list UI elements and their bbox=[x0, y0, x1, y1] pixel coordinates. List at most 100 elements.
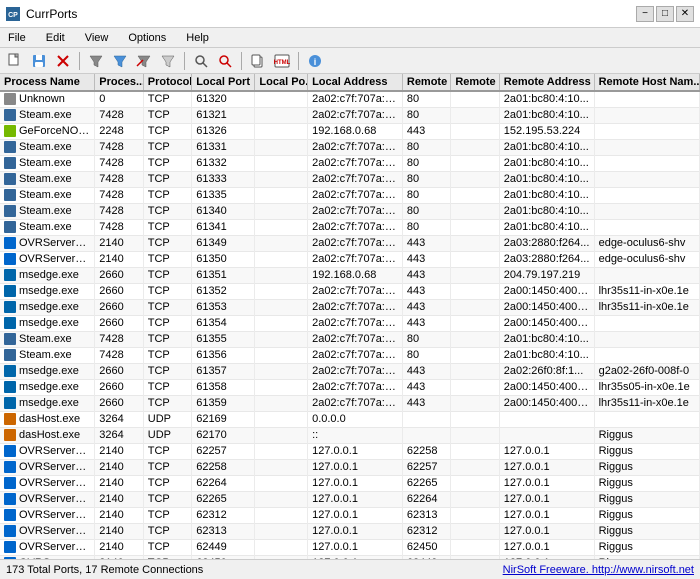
cell-laddr: 127.0.0.1 bbox=[308, 459, 403, 475]
menu-edit[interactable]: Edit bbox=[42, 31, 69, 45]
cell-lport: 61350 bbox=[192, 251, 255, 267]
menu-help[interactable]: Help bbox=[182, 31, 213, 45]
table-row[interactable]: Steam.exe7428TCP613562a02:c7f:707a:7...8… bbox=[0, 347, 700, 363]
toolbar-sep2 bbox=[184, 52, 185, 70]
menu-options[interactable]: Options bbox=[124, 31, 170, 45]
process-icon bbox=[4, 493, 16, 505]
table-row[interactable]: Steam.exe7428TCP613412a02:c7f:707a:7...8… bbox=[0, 219, 700, 235]
table-row[interactable]: msedge.exe2660TCP613582a02:c7f:707a:7...… bbox=[0, 379, 700, 395]
col-header-lpo[interactable]: Local Po... bbox=[255, 74, 308, 91]
toolbar-filter2-button[interactable] bbox=[109, 51, 131, 71]
table-row[interactable]: msedge.exe2660TCP613522a02:c7f:707a:7...… bbox=[0, 283, 700, 299]
toolbar-search2-button[interactable] bbox=[214, 51, 236, 71]
table-row[interactable]: Steam.exe7428TCP613312a02:c7f:707a:7...8… bbox=[0, 139, 700, 155]
cell-rport: 443 bbox=[402, 315, 450, 331]
toolbar-copy-button[interactable] bbox=[247, 51, 269, 71]
table-row[interactable]: Steam.exe7428TCP613352a02:c7f:707a:7...8… bbox=[0, 187, 700, 203]
maximize-button[interactable]: □ bbox=[656, 6, 674, 22]
app-title: CurrPorts bbox=[26, 7, 77, 21]
cell-rhost bbox=[594, 267, 699, 283]
toolbar-filter1-button[interactable] bbox=[85, 51, 107, 71]
minimize-button[interactable]: − bbox=[636, 6, 654, 22]
cell-process: msedge.exe bbox=[0, 379, 95, 395]
toolbar-filter3-button[interactable] bbox=[133, 51, 155, 71]
table-row[interactable]: dasHost.exe3264UDP621690.0.0.0 bbox=[0, 411, 700, 427]
cell-rpo bbox=[451, 203, 499, 219]
table-row[interactable]: Steam.exe7428TCP613332a02:c7f:707a:7...8… bbox=[0, 171, 700, 187]
table-row[interactable]: Steam.exe7428TCP613322a02:c7f:707a:7...8… bbox=[0, 155, 700, 171]
cell-proto: TCP bbox=[143, 523, 191, 539]
table-row[interactable]: msedge.exe2660TCP613572a02:c7f:707a:7...… bbox=[0, 363, 700, 379]
cell-rhost bbox=[594, 91, 699, 107]
cell-rhost: Riggus bbox=[594, 523, 699, 539]
col-header-laddr[interactable]: Local Address bbox=[308, 74, 403, 91]
table-row[interactable]: OVRServer_x6...2140TCP613502a02:c7f:707a… bbox=[0, 251, 700, 267]
table-row[interactable]: OVRServer_x6...2140TCP62265127.0.0.16226… bbox=[0, 491, 700, 507]
col-header-raddr[interactable]: Remote Address bbox=[499, 74, 594, 91]
cell-lport: 62258 bbox=[192, 459, 255, 475]
cell-lpo bbox=[255, 411, 308, 427]
table-row[interactable]: OVRServer_x6...2140TCP62313127.0.0.16231… bbox=[0, 523, 700, 539]
toolbar-new-button[interactable] bbox=[4, 51, 26, 71]
cell-rport: 443 bbox=[402, 235, 450, 251]
col-header-process[interactable]: Process Name bbox=[0, 74, 95, 91]
table-row[interactable]: dasHost.exe3264UDP62170::Riggus bbox=[0, 427, 700, 443]
col-header-rhost[interactable]: Remote Host Nam... bbox=[594, 74, 699, 91]
cell-proto: TCP bbox=[143, 379, 191, 395]
cell-rport: 62265 bbox=[402, 475, 450, 491]
cell-rhost bbox=[594, 155, 699, 171]
cell-proto: TCP bbox=[143, 539, 191, 555]
cell-pid: 2248 bbox=[95, 123, 143, 139]
menu-view[interactable]: View bbox=[81, 31, 113, 45]
col-header-protocol[interactable]: Protocol bbox=[143, 74, 191, 91]
table-row[interactable]: OVRServer_x6...2140TCP62258127.0.0.16225… bbox=[0, 459, 700, 475]
table-row[interactable]: msedge.exe2660TCP613592a02:c7f:707a:7...… bbox=[0, 395, 700, 411]
cell-lpo bbox=[255, 539, 308, 555]
toolbar-close-button[interactable] bbox=[52, 51, 74, 71]
cell-lpo bbox=[255, 363, 308, 379]
table-row[interactable]: Steam.exe7428TCP613212a02:c7f:707a:7...8… bbox=[0, 107, 700, 123]
table-row[interactable]: OVRServer_x6...2140TCP62257127.0.0.16225… bbox=[0, 443, 700, 459]
table-row[interactable]: OVRServer_x6...2140TCP62449127.0.0.16245… bbox=[0, 539, 700, 555]
table-row[interactable]: GeForceNOW...2248TCP61326192.168.0.68443… bbox=[0, 123, 700, 139]
process-icon bbox=[4, 381, 16, 393]
table-row[interactable]: Steam.exe7428TCP613552a02:c7f:707a:7...8… bbox=[0, 331, 700, 347]
status-right[interactable]: NirSoft Freeware. http://www.nirsoft.net bbox=[503, 564, 694, 576]
cell-rpo bbox=[451, 187, 499, 203]
cell-lport: 61332 bbox=[192, 155, 255, 171]
cell-proto: TCP bbox=[143, 155, 191, 171]
cell-pid: 7428 bbox=[95, 155, 143, 171]
table-row[interactable]: msedge.exe2660TCP61351192.168.0.68443204… bbox=[0, 267, 700, 283]
close-button[interactable]: ✕ bbox=[676, 6, 694, 22]
table-row[interactable]: msedge.exe2660TCP613532a02:c7f:707a:7...… bbox=[0, 299, 700, 315]
menu-file[interactable]: File bbox=[4, 31, 30, 45]
cell-rpo bbox=[451, 107, 499, 123]
table-row[interactable]: Steam.exe7428TCP613402a02:c7f:707a:7...8… bbox=[0, 203, 700, 219]
toolbar-html-button[interactable]: HTML bbox=[271, 51, 293, 71]
cell-rhost bbox=[594, 347, 699, 363]
cell-lport: 62312 bbox=[192, 507, 255, 523]
toolbar-filter4-button[interactable] bbox=[157, 51, 179, 71]
col-header-lport[interactable]: Local Port ▲ bbox=[192, 74, 255, 91]
cell-lport: 62265 bbox=[192, 491, 255, 507]
table-row[interactable]: OVRServer_x6...2140TCP62312127.0.0.16231… bbox=[0, 507, 700, 523]
toolbar-search-button[interactable] bbox=[190, 51, 212, 71]
cell-proto: TCP bbox=[143, 459, 191, 475]
cell-rpo bbox=[451, 347, 499, 363]
col-header-pid[interactable]: Proces... bbox=[95, 74, 143, 91]
cell-rpo bbox=[451, 267, 499, 283]
col-header-rpo[interactable]: Remote ... bbox=[451, 74, 499, 91]
cell-raddr: 2a01:bc80:4:10... bbox=[499, 91, 594, 107]
cell-pid: 2140 bbox=[95, 507, 143, 523]
table-row[interactable]: OVRServer_x6...2140TCP62264127.0.0.16226… bbox=[0, 475, 700, 491]
table-row[interactable]: OVRServer_x6...2140TCP613492a02:c7f:707a… bbox=[0, 235, 700, 251]
col-header-rport[interactable]: Remote ... bbox=[402, 74, 450, 91]
table-row[interactable]: Unknown0TCP613202a02:c7f:707a:7...802a01… bbox=[0, 91, 700, 107]
table-container[interactable]: Process Name Proces... Protocol Local Po… bbox=[0, 74, 700, 559]
cell-lpo bbox=[255, 395, 308, 411]
table-row[interactable]: msedge.exe2660TCP613542a02:c7f:707a:7...… bbox=[0, 315, 700, 331]
toolbar-save-button[interactable] bbox=[28, 51, 50, 71]
process-icon bbox=[4, 317, 16, 329]
toolbar-info-button[interactable]: i bbox=[304, 51, 326, 71]
cell-lpo bbox=[255, 267, 308, 283]
